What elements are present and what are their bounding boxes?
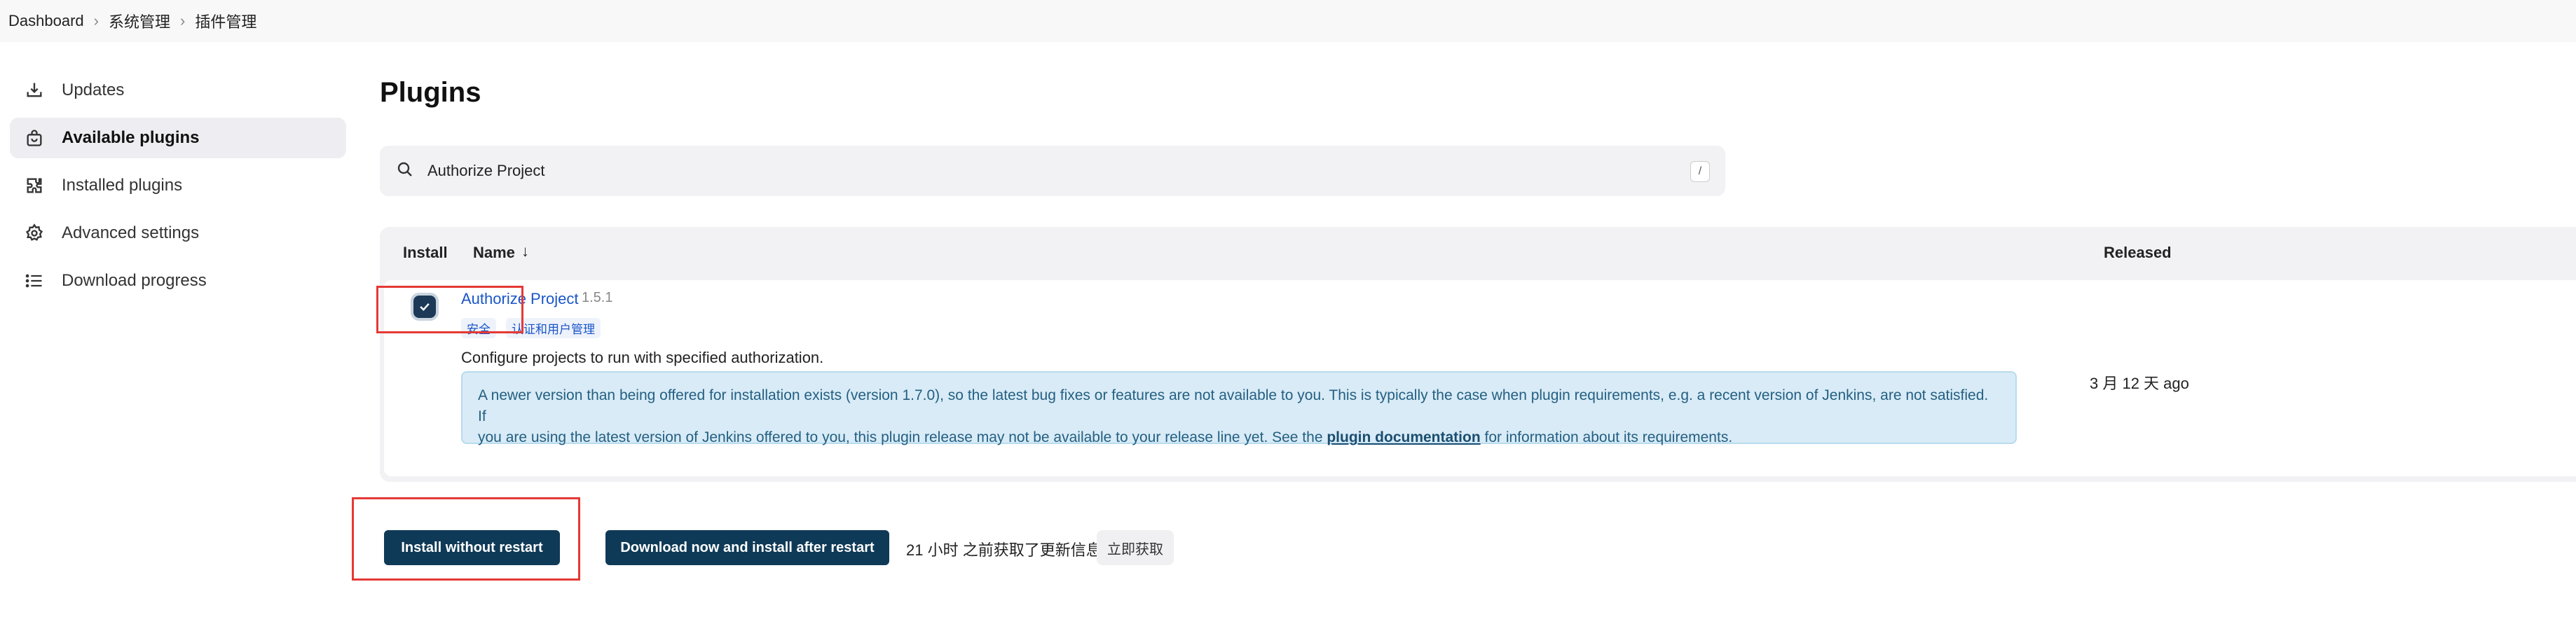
plugin-name-link[interactable]: Authorize Project: [461, 290, 579, 308]
shopping-bag-icon: [24, 127, 45, 148]
sidebar-item-label: Download progress: [62, 271, 207, 290]
install-checkbox[interactable]: [413, 296, 436, 318]
plugin-description: Configure projects to run with specified…: [461, 349, 824, 366]
sidebar-item-updates[interactable]: Updates: [10, 70, 346, 111]
tag-security[interactable]: 安全: [461, 318, 496, 338]
gear-icon: [24, 223, 45, 244]
sidebar-item-advanced-settings[interactable]: Advanced settings: [10, 213, 346, 254]
breadcrumb: Dashboard › 系统管理 › 插件管理: [0, 0, 2576, 42]
breadcrumb-plugin-management[interactable]: 插件管理: [195, 10, 256, 32]
table-row: Authorize Project 1.5.1 安全 认证和用户管理 Confi…: [384, 280, 2576, 476]
sidebar-item-label: Available plugins: [62, 128, 200, 147]
sidebar-item-label: Updates: [62, 81, 125, 99]
sidebar: Updates Available plugins Installed plug…: [10, 70, 346, 308]
alert-text-line2-end: for information about its requirements.: [1480, 429, 1733, 445]
sort-arrow-icon[interactable]: ↓: [521, 242, 529, 261]
list-icon: [24, 270, 45, 291]
chevron-right-icon: ›: [179, 12, 186, 29]
puzzle-icon: [24, 175, 45, 196]
search-icon: [397, 161, 416, 181]
table-header: Install Name ↓ Released: [380, 227, 2576, 280]
search-input[interactable]: [426, 161, 1620, 181]
sidebar-item-available-plugins[interactable]: Available plugins: [10, 118, 346, 158]
column-header-name[interactable]: Name: [473, 244, 515, 262]
plugin-documentation-link[interactable]: plugin documentation: [1327, 429, 1480, 445]
chevron-right-icon: ›: [93, 12, 99, 29]
alert-text-line1: A newer version than being offered for i…: [478, 387, 1989, 424]
released-date: 3 月 12 天 ago: [2090, 375, 2189, 392]
plugins-table: Install Name ↓ Released Authorize Projec…: [380, 227, 2576, 482]
download-icon: [24, 80, 45, 101]
checkmark-icon: [420, 303, 430, 311]
install-without-restart-button[interactable]: Install without restart: [384, 530, 560, 565]
search-bar: /: [380, 146, 1725, 196]
download-install-after-restart-button[interactable]: Download now and install after restart: [605, 530, 889, 565]
sidebar-item-download-progress[interactable]: Download progress: [10, 261, 346, 301]
refresh-now-button[interactable]: 立即获取: [1097, 530, 1174, 565]
breadcrumb-dashboard[interactable]: Dashboard: [8, 12, 84, 30]
column-header-released[interactable]: Released: [2104, 244, 2172, 262]
column-header-install: Install: [403, 244, 448, 261]
update-info-text: 21 小时 之前获取了更新信息: [906, 541, 1102, 559]
page-title: Plugins: [380, 77, 481, 108]
alert-text-line2: you are using the latest version of Jenk…: [478, 429, 1327, 445]
tag-authentication[interactable]: 认证和用户管理: [506, 318, 601, 338]
plugin-tags: 安全 认证和用户管理: [461, 318, 601, 338]
sidebar-item-label: Advanced settings: [62, 223, 200, 242]
version-warning-alert: A newer version than being offered for i…: [461, 371, 2017, 445]
plugin-version: 1.5.1: [582, 290, 613, 305]
sidebar-item-installed-plugins[interactable]: Installed plugins: [10, 165, 346, 206]
keyboard-shortcut-hint: /: [1690, 161, 1710, 182]
sidebar-item-label: Installed plugins: [62, 176, 183, 195]
breadcrumb-system-management[interactable]: 系统管理: [109, 10, 170, 32]
